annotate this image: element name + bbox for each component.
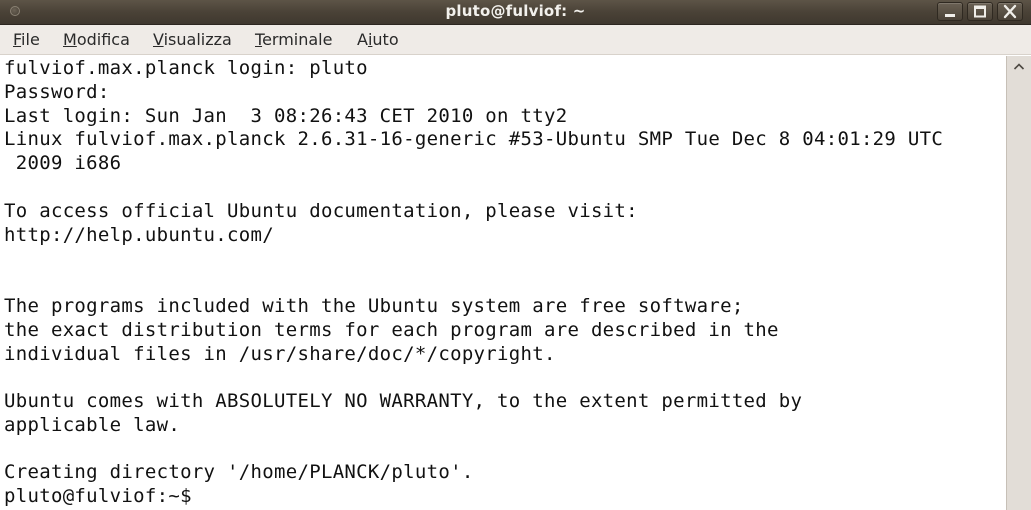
menu-visualizza[interactable]: Visualizza: [153, 25, 232, 55]
menu-modifica-label: odifica: [76, 30, 130, 49]
menu-bar: File Modifica Visualizza Terminale Aiuto: [0, 25, 1031, 55]
menu-visualizza-mnemonic: V: [153, 30, 164, 49]
terminal-line: The programs included with the Ubuntu sy…: [4, 295, 744, 317]
terminal-line: individual files in /usr/share/doc/*/cop…: [4, 343, 556, 365]
terminal-line: 2009 i686: [4, 152, 122, 174]
vertical-scrollbar[interactable]: [1006, 56, 1031, 510]
title-bar[interactable]: pluto@fulviof: ~: [0, 0, 1031, 25]
menu-aiuto-prefix: A: [357, 30, 368, 49]
terminal-line: Linux fulviof.max.planck 2.6.31-16-gener…: [4, 128, 944, 150]
menu-terminale-label: erminale: [262, 30, 333, 49]
terminal-line: To access official Ubuntu documentation,…: [4, 200, 638, 222]
menu-visualizza-label: isualizza: [163, 30, 232, 49]
menu-file-label: ile: [21, 30, 40, 49]
menu-file[interactable]: File: [13, 25, 40, 55]
menu-file-mnemonic: F: [13, 30, 22, 49]
close-button[interactable]: [997, 2, 1023, 21]
terminal-line: Ubuntu comes with ABSOLUTELY NO WARRANTY…: [4, 390, 803, 412]
maximize-button[interactable]: [967, 2, 993, 21]
terminal-output[interactable]: fulviof.max.planck login: pluto Password…: [0, 56, 1006, 510]
close-icon: [1003, 4, 1017, 19]
menu-modifica-mnemonic: M: [63, 30, 77, 49]
terminal-line: applicable law.: [4, 414, 181, 436]
minimize-icon: [945, 14, 955, 17]
scroll-up-button[interactable]: [1007, 56, 1031, 78]
menu-terminale-mnemonic: T: [255, 30, 263, 49]
menu-aiuto[interactable]: Aiuto: [357, 25, 399, 55]
terminal-line: Last login: Sun Jan 3 08:26:43 CET 2010 …: [4, 105, 568, 127]
terminal-prompt: pluto@fulviof:~$: [4, 485, 192, 507]
menu-terminale[interactable]: Terminale: [255, 25, 332, 55]
terminal-line: fulviof.max.planck login: pluto: [4, 57, 368, 79]
menu-modifica[interactable]: Modifica: [63, 25, 130, 55]
terminal-line: Creating directory '/home/PLANCK/pluto'.: [4, 461, 474, 483]
scroll-up-arrow-icon: [1013, 63, 1025, 70]
minimize-button[interactable]: [937, 2, 963, 21]
terminal-window: pluto@fulviof: ~ File Modifica Visualizz…: [0, 0, 1031, 510]
maximize-icon: [974, 5, 986, 18]
menu-aiuto-label: uto: [372, 30, 399, 49]
window-title: pluto@fulviof: ~: [445, 2, 586, 20]
terminal-line: Password:: [4, 81, 110, 103]
terminal-line: http://help.ubuntu.com/: [4, 224, 274, 246]
terminal-line: the exact distribution terms for each pr…: [4, 319, 779, 341]
